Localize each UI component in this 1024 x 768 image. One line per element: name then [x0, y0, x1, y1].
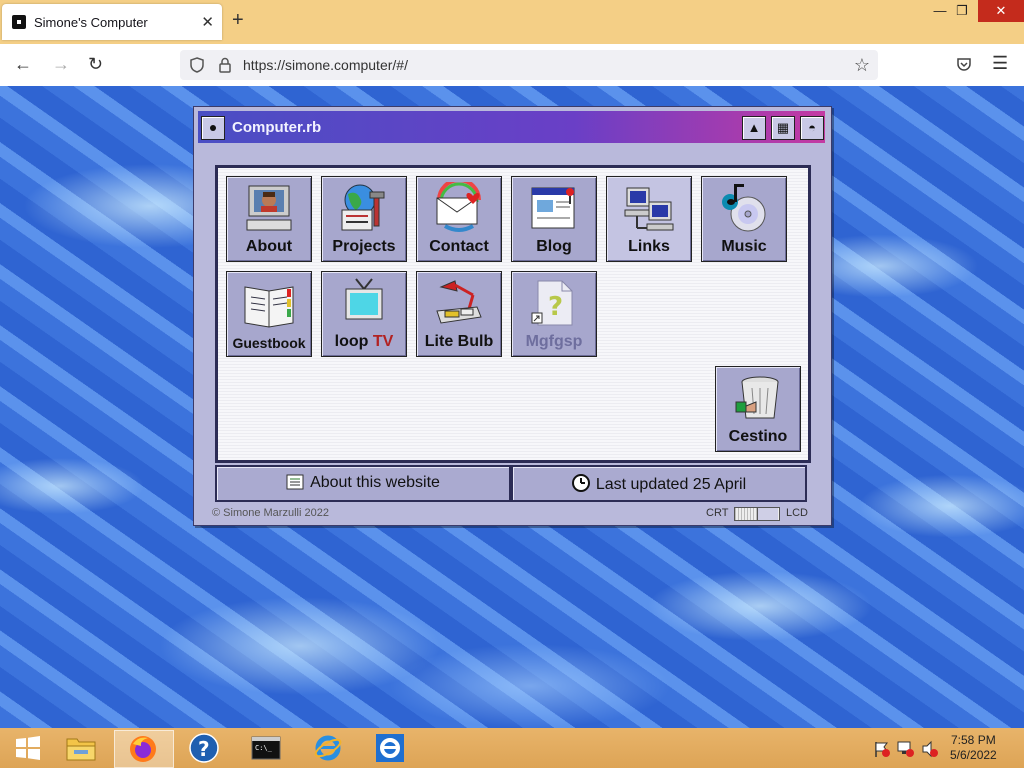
lite-bulb-label: Lite Bulb [424, 333, 494, 350]
mgfgsp-label: Mgfgsp [525, 333, 583, 350]
mgfgsp-icon-button[interactable]: ? Mgfgsp [511, 271, 597, 357]
lcd-label: LCD [786, 507, 809, 519]
contact-icon-button[interactable]: Contact [416, 176, 502, 262]
window-shade-button[interactable]: ◓ [800, 116, 824, 140]
person-computer-icon [246, 185, 292, 231]
help-icon: ? [189, 733, 219, 763]
window-button-row: About this website Last updated 25 April [215, 465, 807, 502]
envelope-heart-icon [436, 182, 481, 232]
window-close-button[interactable]: ✕ [978, 0, 1024, 22]
system-clock[interactable]: 7:58 PM 5/6/2022 [950, 733, 997, 763]
clock-date: 5/6/2022 [950, 748, 997, 762]
trash-bin-icon [735, 376, 779, 419]
window-collapse-button[interactable]: ▲ [742, 116, 766, 140]
webpage-pin-icon [531, 187, 575, 229]
terminal-icon: C:\_ [251, 736, 281, 760]
svg-text:?: ? [198, 737, 210, 761]
tab-close-icon[interactable]: ✕ [201, 13, 214, 31]
document-icon [286, 474, 304, 490]
projects-label: Projects [332, 238, 396, 255]
loop-tv-label-tv: TV [372, 333, 394, 350]
music-label: Music [721, 238, 767, 255]
desk-lamp-icon [436, 280, 482, 324]
copyright-text: © Simone Marzulli 2022 [212, 507, 329, 519]
windows-logo-icon [16, 736, 40, 760]
internet-explorer-button[interactable] [300, 730, 358, 766]
tv-icon [345, 278, 383, 320]
loop-tv-label: loop TV [322, 333, 406, 351]
contact-label: Contact [429, 238, 489, 255]
url-text[interactable]: https://simone.computer/#/ [243, 57, 408, 73]
shield-icon[interactable] [190, 57, 204, 73]
clock-time: 7:58 PM [951, 733, 996, 747]
unknown-file-icon: ? [531, 280, 573, 326]
taskbar: ? C:\_ 7:58 PM 5/6/2022 [0, 728, 1024, 768]
window-title: Computer.rb [232, 119, 322, 136]
file-explorer-button[interactable] [52, 730, 110, 766]
browser-tab[interactable]: Simone's Computer ✕ [2, 4, 222, 40]
about-label: About [245, 238, 293, 255]
folder-icon [66, 738, 96, 761]
cestino-icon-button[interactable]: Cestino [715, 366, 801, 452]
loop-tv-icon-button[interactable]: loop TV [321, 271, 407, 357]
about-website-label: About this website [310, 474, 440, 491]
blog-label: Blog [536, 238, 572, 255]
reload-button[interactable]: ↻ [88, 54, 103, 74]
loop-tv-label-loop: loop [334, 333, 373, 350]
lock-icon[interactable] [218, 57, 232, 73]
icon-area: About Projects Contact Blog Links Music … [215, 165, 811, 463]
browser-tab-bar: Simone's Computer ✕ + — ❐ ✕ [0, 0, 1024, 44]
volume-muted-icon[interactable] [921, 740, 939, 758]
window-maximize-button[interactable]: ❐ [946, 0, 978, 22]
firefox-button[interactable] [114, 730, 174, 768]
guestbook-label: Guestbook [232, 335, 306, 351]
about-icon-button[interactable]: About [226, 176, 312, 262]
about-website-button[interactable]: About this website [215, 465, 511, 502]
address-bar[interactable]: https://simone.computer/#/ ☆ [180, 50, 878, 80]
ie-tile-icon [376, 734, 404, 762]
display-mode-slider[interactable] [734, 507, 780, 521]
last-updated-button[interactable]: Last updated 25 April [511, 465, 807, 502]
links-icon-button[interactable]: Links [606, 176, 692, 262]
lite-bulb-icon-button[interactable]: Lite Bulb [416, 271, 502, 357]
guestbook-icon-button[interactable]: Guestbook [226, 271, 312, 357]
new-tab-button[interactable]: + [232, 9, 244, 32]
bookmark-star-icon[interactable]: ☆ [854, 55, 870, 76]
blog-icon-button[interactable]: Blog [511, 176, 597, 262]
crt-label: CRT [706, 507, 729, 519]
pocket-icon[interactable] [956, 56, 972, 72]
computer-window: Computer.rb ▲ ▦ ◓ About Projects Contact… [193, 106, 832, 526]
forward-button[interactable]: → [52, 54, 70, 74]
window-close-box[interactable] [201, 116, 225, 140]
music-icon-button[interactable]: Music [701, 176, 787, 262]
menu-button[interactable]: ☰ [992, 53, 1008, 74]
clock-icon [571, 474, 590, 492]
site-favicon-icon [12, 15, 26, 29]
slider-knob[interactable] [757, 508, 778, 520]
svg-text:C:\_: C:\_ [255, 744, 273, 752]
back-button[interactable]: ← [14, 54, 32, 74]
last-updated-label: Last updated 25 April [595, 476, 747, 493]
music-cd-icon [722, 184, 766, 232]
network-icon[interactable] [897, 740, 915, 758]
internet-explorer-metro-button[interactable] [362, 730, 420, 766]
tab-title: Simone's Computer [34, 15, 148, 30]
open-book-icon [244, 286, 294, 328]
window-grid-button[interactable]: ▦ [771, 116, 795, 140]
help-button[interactable]: ? [176, 730, 234, 766]
browser-nav-bar: ← → ↻ https://simone.computer/#/ ☆ ☰ [0, 44, 1024, 87]
svg-text:?: ? [548, 292, 563, 322]
firefox-icon [130, 736, 156, 762]
internet-explorer-icon [314, 735, 342, 761]
globe-tools-icon [341, 184, 385, 231]
action-center-flag-icon[interactable] [873, 740, 891, 758]
network-computers-icon [624, 187, 674, 231]
window-titlebar[interactable]: Computer.rb ▲ ▦ ◓ [198, 111, 825, 143]
cestino-label: Cestino [728, 428, 788, 445]
links-label: Links [628, 238, 670, 255]
start-button[interactable] [0, 730, 58, 766]
projects-icon-button[interactable]: Projects [321, 176, 407, 262]
command-prompt-button[interactable]: C:\_ [238, 730, 296, 766]
